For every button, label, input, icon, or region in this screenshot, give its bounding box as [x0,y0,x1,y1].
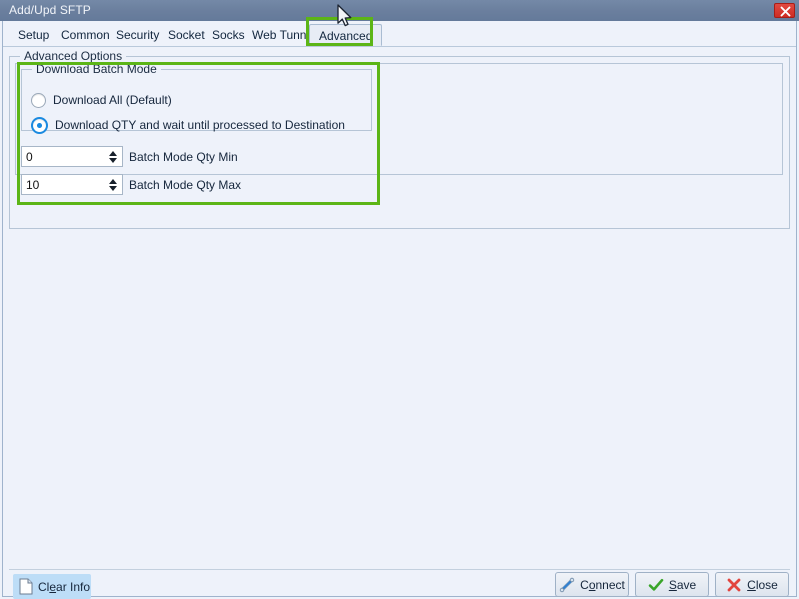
close-x-icon [780,6,791,17]
radio-download-qty-wait-label: Download QTY and wait until processed to… [55,118,345,132]
connect-button[interactable]: Connect [555,572,629,597]
radio-mark-off [31,92,46,108]
batch-qty-min-stepper[interactable] [104,147,122,166]
save-button[interactable]: Save [635,572,709,597]
window-title: Add/Upd SFTP [9,3,91,17]
client-area: Setup Common Security Socket Socks Web T… [2,17,797,599]
clear-info-label: Clear Info [38,579,91,594]
spinner-down-arrow-icon[interactable] [109,157,117,163]
tab-advanced[interactable]: Advanced [309,24,383,46]
batch-qty-max-value[interactable]: 10 [22,175,104,194]
spinner-up-arrow-icon[interactable] [109,150,117,156]
dialog-window: Add/Upd SFTP Setup Common Security Socke… [0,0,799,599]
title-bar: Add/Upd SFTP [0,0,799,21]
batch-qty-max-stepper[interactable] [104,175,122,194]
page-document-icon [19,578,33,595]
spinner-up-arrow-icon[interactable] [109,178,117,184]
window-close-button[interactable] [774,3,795,18]
clear-info-button[interactable]: Clear Info [13,574,91,599]
download-batch-mode-group-title: Download Batch Mode [32,62,161,76]
radio-download-all[interactable]: Download All (Default) [31,91,172,109]
red-x-icon [727,578,741,591]
tab-strip-baseline [3,46,796,47]
advanced-options-group-title: Advanced Options [20,49,127,63]
close-button[interactable]: Close [715,572,789,597]
tab-strip: Setup Common Security Socket Socks Web T… [3,21,796,47]
connect-label: Connect [580,577,625,592]
batch-qty-min-spinner[interactable]: 0 [21,146,123,167]
radio-download-all-label: Download All (Default) [53,93,172,107]
batch-qty-max-label: Batch Mode Qty Max [129,178,242,192]
radio-download-qty-wait[interactable]: Download QTY and wait until processed to… [31,116,345,134]
radio-mark-on [31,116,48,134]
tab-setup[interactable]: Setup [9,24,58,46]
spinner-down-arrow-icon[interactable] [109,185,117,191]
plug-connector-icon [559,577,575,592]
green-check-icon [648,578,664,591]
footer-bar: Clear Info Connect Save Close [4,570,795,599]
batch-qty-min-label: Batch Mode Qty Min [129,150,238,164]
save-label: Save [668,577,697,592]
batch-qty-max-spinner[interactable]: 10 [21,174,123,195]
batch-qty-min-value[interactable]: 0 [22,147,104,166]
close-label: Close [747,577,778,592]
